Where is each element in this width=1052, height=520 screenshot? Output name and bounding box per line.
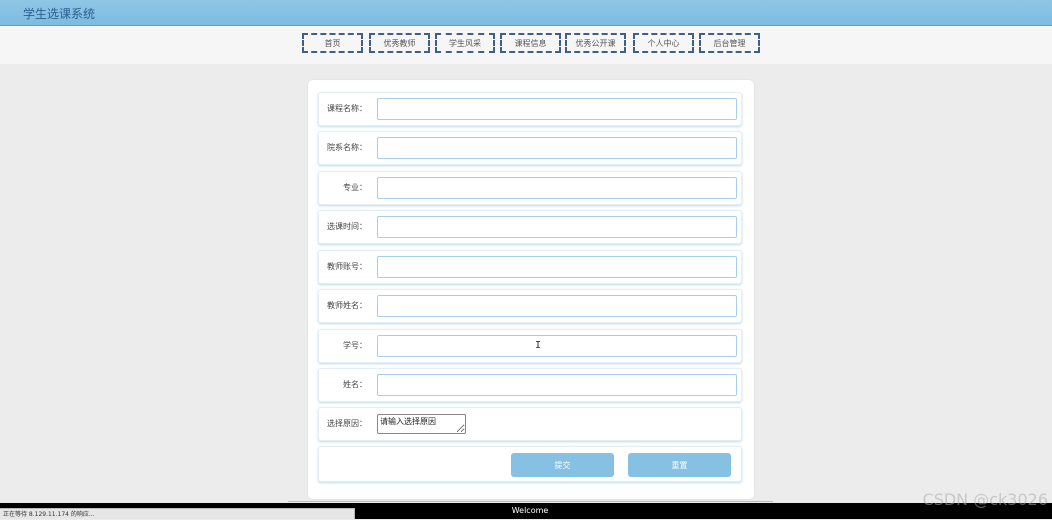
course-selection-form: 课程名称： 院系名称： 专业： 选课时间： 教师账号： 教师姓名： 学号： 姓名… <box>308 80 754 499</box>
major-input[interactable] <box>377 177 737 199</box>
teacher-account-input[interactable] <box>377 256 737 278</box>
student-name-input[interactable] <box>377 374 737 396</box>
app-header: 学生选课系统 <box>0 0 1052 26</box>
form-row-major: 专业： <box>318 171 742 205</box>
form-row-course-name: 课程名称： <box>318 92 742 126</box>
nav-item-home[interactable]: 首页 <box>302 33 363 53</box>
department-label: 院系名称： <box>327 143 367 152</box>
divider <box>288 501 773 502</box>
form-row-teacher-account: 教师账号： <box>318 250 742 284</box>
browser-status-bar: 正在等待 8.129.11.174 的响应... <box>0 508 355 519</box>
nav-item-teachers[interactable]: 优秀教师 <box>369 33 430 53</box>
form-row-student-id: 学号： <box>318 329 742 363</box>
course-name-label: 课程名称： <box>327 104 367 113</box>
course-name-input[interactable] <box>377 98 737 120</box>
text-cursor-icon: I <box>535 340 542 351</box>
selection-time-label: 选课时间： <box>327 222 367 231</box>
student-name-label: 姓名： <box>343 380 367 389</box>
reset-button[interactable]: 重置 <box>628 453 731 477</box>
form-row-teacher-name: 教师姓名： <box>318 289 742 323</box>
major-label: 专业： <box>343 183 367 192</box>
form-row-selection-time: 选课时间： <box>318 210 742 244</box>
student-id-label: 学号： <box>343 341 367 350</box>
form-row-buttons: 提交 重置 <box>318 446 742 482</box>
form-row-department: 院系名称： <box>318 131 742 165</box>
app-title: 学生选课系统 <box>23 7 96 21</box>
selection-time-input[interactable] <box>377 216 737 238</box>
department-input[interactable] <box>377 137 737 159</box>
nav-item-open-courses[interactable]: 优秀公开课 <box>565 33 626 53</box>
watermark: CSDN @ck3026 <box>922 490 1048 509</box>
nav-item-admin[interactable]: 后台管理 <box>699 33 760 53</box>
teacher-name-label: 教师姓名： <box>327 301 367 310</box>
reason-label: 选择原因： <box>327 419 367 428</box>
form-row-reason: 选择原因： <box>318 407 742 441</box>
teacher-account-label: 教师账号： <box>327 262 367 271</box>
reason-textarea[interactable] <box>377 414 466 434</box>
student-id-input[interactable] <box>377 335 737 357</box>
nav-item-courses[interactable]: 课程信息 <box>500 33 561 53</box>
teacher-name-input[interactable] <box>377 295 737 317</box>
nav-item-profile[interactable]: 个人中心 <box>633 33 694 53</box>
submit-button[interactable]: 提交 <box>511 453 614 477</box>
form-row-student-name: 姓名： <box>318 368 742 402</box>
nav-item-students[interactable]: 学生风采 <box>435 33 495 53</box>
nav-bar: 首页 优秀教师 学生风采 课程信息 优秀公开课 个人中心 后台管理 <box>0 26 1052 64</box>
